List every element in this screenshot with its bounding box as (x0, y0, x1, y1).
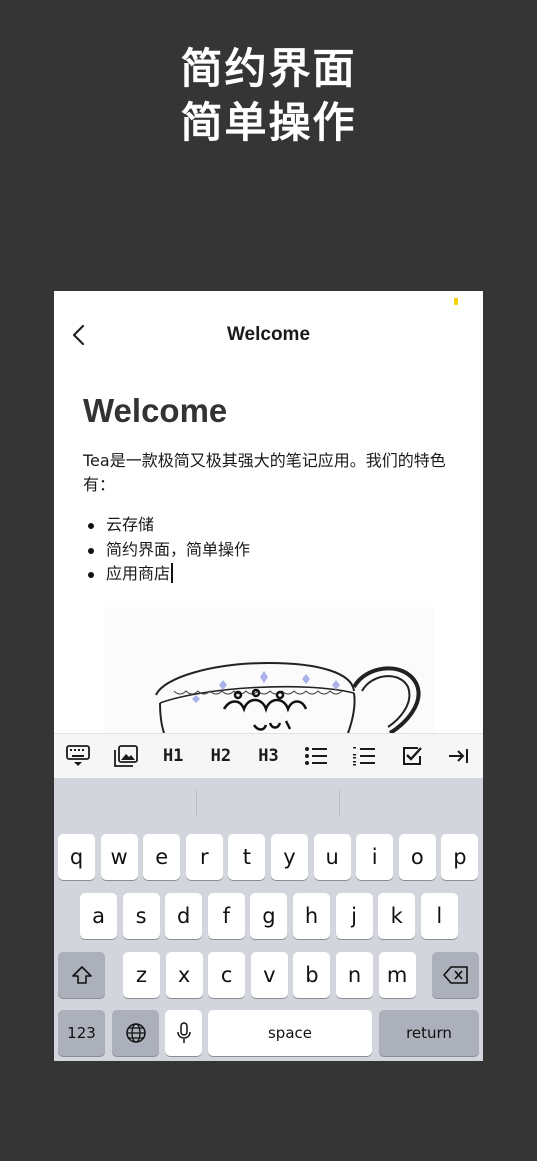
key-r[interactable]: r (185, 834, 223, 880)
return-key[interactable]: return (379, 1010, 479, 1056)
key-x[interactable]: x (165, 952, 203, 998)
promo-caption: 简约界面 简单操作 (0, 42, 537, 150)
list-item-text: 简约界面，简单操作 (106, 539, 251, 559)
delete-key[interactable] (432, 952, 479, 998)
note-heading[interactable]: Welcome (83, 389, 453, 433)
page-title: Welcome (226, 324, 311, 345)
text-cursor (171, 563, 174, 583)
key-k[interactable]: k (378, 893, 416, 939)
status-indicator (454, 298, 458, 305)
bullet-list-button[interactable] (292, 734, 340, 778)
list-item[interactable]: 应用商店 (83, 562, 453, 587)
shift-icon (71, 966, 92, 984)
key-g[interactable]: g (250, 893, 288, 939)
key-s[interactable]: s (122, 893, 160, 939)
key-m[interactable]: m (378, 952, 416, 998)
checkbox-icon (402, 747, 422, 765)
key-j[interactable]: j (335, 893, 373, 939)
indent-icon (449, 749, 469, 763)
key-e[interactable]: e (143, 834, 181, 880)
key-n[interactable]: n (336, 952, 373, 998)
note-editor[interactable]: Welcome Tea是一款极简又极其强大的笔记应用。我们的特色有： 云存储 简… (83, 389, 453, 587)
key-z[interactable]: z (123, 952, 160, 998)
heading-2-button[interactable]: H2 (197, 734, 245, 778)
key-u[interactable]: u (313, 834, 351, 880)
key-c[interactable]: c (208, 952, 246, 998)
numbers-key[interactable]: 123 (58, 1010, 105, 1056)
key-i[interactable]: i (356, 834, 394, 880)
numbered-list-button[interactable] (340, 734, 388, 778)
space-key[interactable]: space (208, 1010, 372, 1056)
note-bullet-list: 云存储 简约界面，简单操作 应用商店 (83, 513, 453, 587)
key-d[interactable]: d (165, 893, 203, 939)
list-item-text: 云存储 (106, 515, 155, 534)
globe-key[interactable] (112, 1010, 159, 1056)
key-l[interactable]: l (420, 893, 458, 939)
indent-button[interactable] (435, 734, 483, 778)
key-t[interactable]: t (228, 834, 266, 880)
globe-icon (125, 1023, 146, 1043)
software-keyboard: qwertyuiop asdfghjkl zxcvbnm 123 space r… (54, 778, 483, 1061)
teacup-drawing (155, 661, 421, 735)
shift-key[interactable] (58, 952, 105, 998)
microphone-key[interactable] (165, 1010, 202, 1056)
suggestion-divider (196, 789, 197, 815)
navigation-bar: Welcome (54, 313, 483, 357)
phone-screen: Welcome Welcome Tea是一款极简又极其强大的笔记应用。我们的特色… (54, 291, 483, 1061)
promo-line-2: 简单操作 (180, 98, 357, 147)
keyboard-dismiss-button[interactable] (54, 734, 102, 778)
numbered-list-icon (352, 747, 375, 766)
bullet-icon (88, 572, 94, 578)
format-toolbar: H1 H2 H3 (54, 733, 483, 778)
bullet-list-icon (305, 747, 328, 765)
key-y[interactable]: y (271, 834, 308, 880)
key-w[interactable]: w (100, 834, 138, 880)
insert-image-button[interactable] (102, 734, 150, 778)
checkbox-button[interactable] (388, 734, 436, 778)
key-h[interactable]: h (293, 893, 330, 939)
key-o[interactable]: o (398, 834, 436, 880)
keyboard-dismiss-icon (65, 745, 90, 766)
note-paragraph[interactable]: Tea是一款极简又极其强大的笔记应用。我们的特色有： (83, 449, 453, 497)
suggestion-bar[interactable] (54, 778, 483, 824)
teacup-illustration[interactable] (104, 607, 434, 735)
key-q[interactable]: q (58, 834, 95, 880)
heading-3-button[interactable]: H3 (245, 734, 293, 778)
list-item[interactable]: 云存储 (83, 513, 453, 538)
heading-1-button[interactable]: H1 (149, 734, 197, 778)
key-a[interactable]: a (80, 893, 117, 939)
key-b[interactable]: b (293, 952, 331, 998)
key-v[interactable]: v (250, 952, 288, 998)
key-f[interactable]: f (207, 893, 245, 939)
bullet-icon (88, 523, 94, 529)
promo-line-1: 简约界面 (180, 44, 357, 93)
list-item-text: 应用商店 (106, 564, 171, 583)
list-item[interactable]: 简约界面，简单操作 (83, 538, 453, 563)
key-p[interactable]: p (441, 834, 479, 880)
bullet-icon (88, 547, 94, 554)
image-icon (113, 745, 138, 767)
delete-icon (442, 966, 468, 984)
microphone-icon (176, 1022, 191, 1043)
suggestion-divider (339, 789, 340, 815)
